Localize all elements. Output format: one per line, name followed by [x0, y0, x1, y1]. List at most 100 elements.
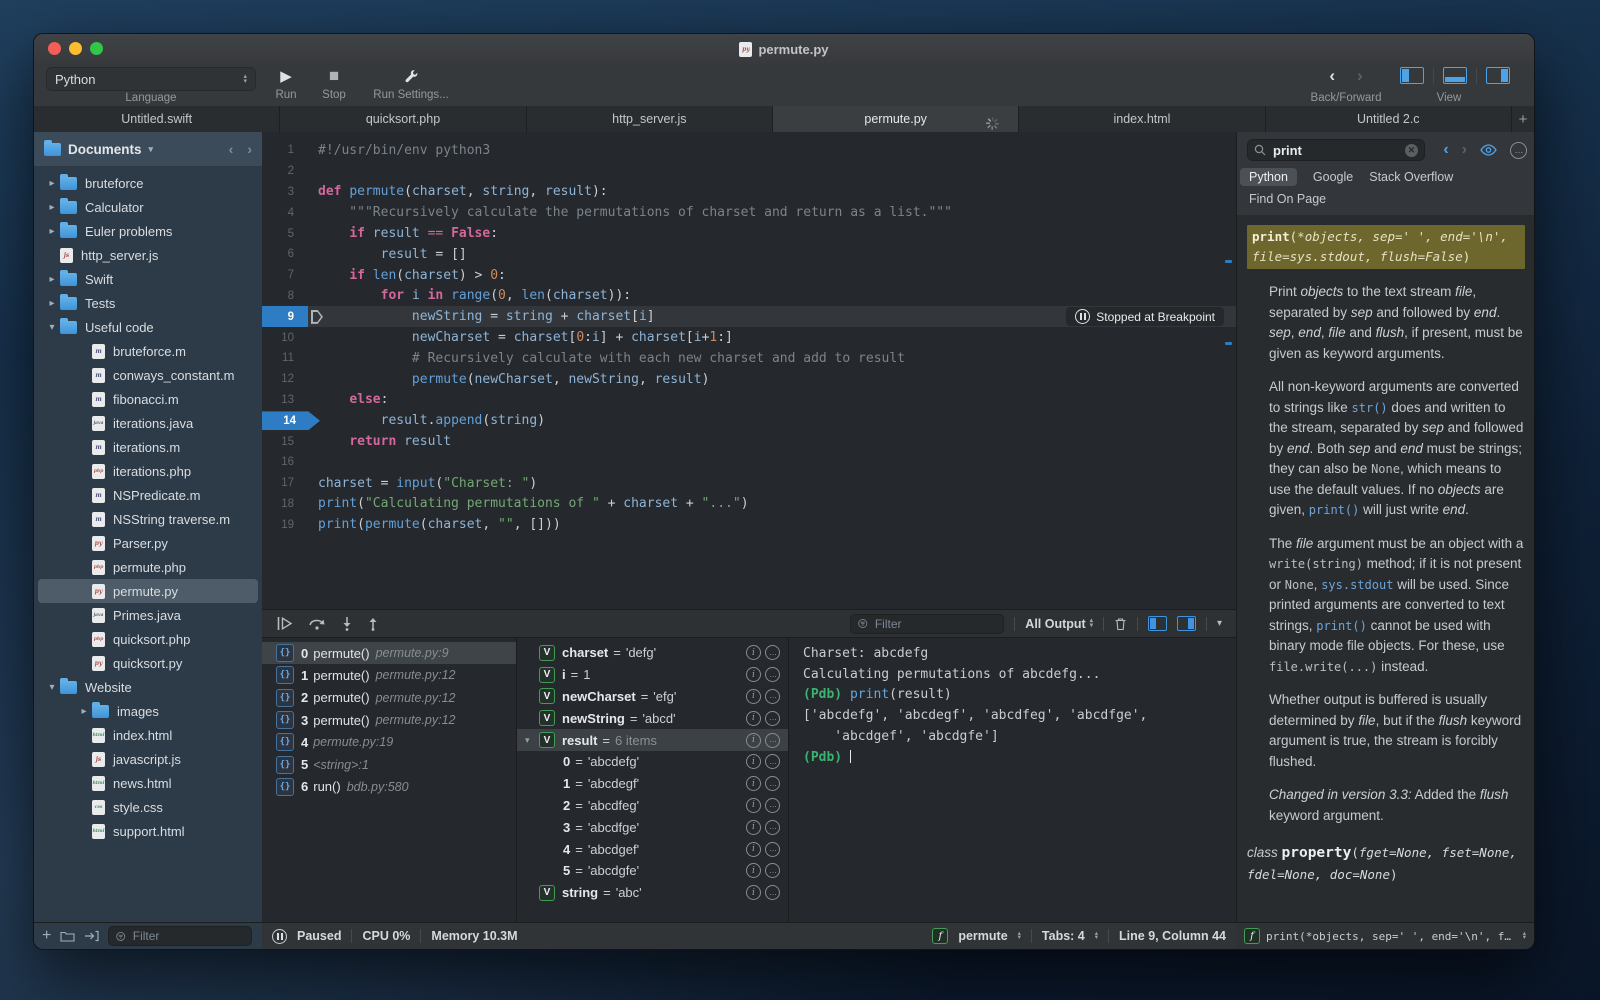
line-number[interactable]: 15	[262, 431, 308, 452]
new-folder-button[interactable]	[60, 930, 75, 942]
continue-button[interactable]	[276, 616, 294, 631]
step-out-button[interactable]	[367, 616, 379, 631]
docs-search-input[interactable]	[1271, 142, 1400, 159]
stack-frame-1[interactable]: {}1permute()permute.py:12	[262, 664, 516, 686]
line-number[interactable]: 18	[262, 494, 308, 515]
tree-file-quicksort.php[interactable]: phpquicksort.php	[38, 627, 258, 651]
disclosure-chevron-icon[interactable]: ▸	[44, 226, 60, 237]
tree-folder-bruteforce[interactable]: ▸bruteforce	[38, 171, 258, 195]
actions-icon[interactable]: …	[765, 667, 780, 682]
actions-icon[interactable]: …	[765, 798, 780, 813]
tab-http_server.js[interactable]: http_server.js	[527, 106, 773, 132]
code-line-2[interactable]: 2	[262, 161, 1236, 182]
line-number[interactable]: 6	[262, 244, 308, 265]
code-line-8[interactable]: 8 for i in range(0, len(charset)):	[262, 286, 1236, 307]
more-options-icon[interactable]: …	[1510, 142, 1527, 159]
docs-tab-Google[interactable]: Google	[1313, 170, 1353, 184]
code-line-18[interactable]: 18print("Calculating permutations of " +…	[262, 494, 1236, 515]
variable-row-result[interactable]: ▾Vresult=6 itemsi…	[517, 729, 788, 751]
disclosure-chevron-icon[interactable]: ▾	[44, 322, 60, 333]
minimize-button[interactable]	[69, 42, 82, 55]
tab-quicksort.php[interactable]: quicksort.php	[280, 106, 526, 132]
tree-file-http_server.js[interactable]: jshttp_server.js	[38, 243, 258, 267]
code-line-13[interactable]: 13 else:	[262, 390, 1236, 411]
code-line-5[interactable]: 5 if result == False:	[262, 223, 1236, 244]
tree-file-NSPredicate.m[interactable]: mNSPredicate.m	[38, 483, 258, 507]
tree-file-support.html[interactable]: htmlsupport.html	[38, 819, 258, 843]
stack-frame-3[interactable]: {}3permute()permute.py:12	[262, 709, 516, 731]
output-select[interactable]: All Output ▴▾	[1025, 617, 1093, 631]
new-tab-button[interactable]: +	[1512, 106, 1534, 132]
step-into-button[interactable]	[341, 616, 353, 631]
status-function-select[interactable]: permute	[958, 929, 1007, 943]
tree-folder-Swift[interactable]: ▸Swift	[38, 267, 258, 291]
tab-Untitled 2.c[interactable]: Untitled 2.c	[1266, 106, 1512, 132]
tree-folder-images[interactable]: ▸images	[38, 699, 258, 723]
tree-file-bruteforce.m[interactable]: mbruteforce.m	[38, 339, 258, 363]
sidebar-filter-field[interactable]	[108, 926, 252, 946]
tree-file-Primes.java[interactable]: javaPrimes.java	[38, 603, 258, 627]
tree-file-iterations.m[interactable]: miterations.m	[38, 435, 258, 459]
code-line-14[interactable]: 1414 result.append(string)	[262, 410, 1236, 431]
export-button[interactable]	[84, 930, 99, 942]
info-icon[interactable]: i	[746, 711, 761, 726]
tree-file-iterations.java[interactable]: javaiterations.java	[38, 411, 258, 435]
stack-frame-0[interactable]: {}0permute()permute.py:9	[262, 642, 516, 664]
info-icon[interactable]: i	[746, 842, 761, 857]
sidebar-header[interactable]: Documents ▾ ‹ ›	[34, 132, 262, 166]
code-editor[interactable]: 1#!/usr/bin/env python323def permute(cha…	[262, 132, 1236, 609]
tree-file-news.html[interactable]: htmlnews.html	[38, 771, 258, 795]
code-line-19[interactable]: 19print(permute(charset, "", []))	[262, 514, 1236, 535]
docs-tab-Python[interactable]: Python	[1240, 168, 1297, 186]
actions-icon[interactable]: …	[765, 885, 780, 900]
tree-file-index.html[interactable]: htmlindex.html	[38, 723, 258, 747]
code-line-16[interactable]: 16	[262, 452, 1236, 473]
stack-frame-4[interactable]: {}4permute.py:19	[262, 731, 516, 753]
tree-file-conways_constant.m[interactable]: mconways_constant.m	[38, 363, 258, 387]
tab-find-on-page[interactable]: Find On Page	[1249, 192, 1326, 206]
line-number[interactable]: 2	[262, 161, 308, 182]
line-number[interactable]: 19	[262, 514, 308, 535]
info-icon[interactable]: i	[746, 754, 761, 769]
tab-index.html[interactable]: index.html	[1019, 106, 1265, 132]
tree-file-Parser.py[interactable]: pyParser.py	[38, 531, 258, 555]
variable-row-string[interactable]: Vstring='abc'i…	[517, 882, 788, 904]
actions-icon[interactable]: …	[765, 776, 780, 791]
clear-console-button[interactable]	[1114, 617, 1127, 631]
variable-row-newCharset[interactable]: VnewCharset='efg'i…	[517, 686, 788, 708]
info-icon[interactable]: i	[746, 885, 761, 900]
toggle-stack-panel-icon[interactable]	[1148, 616, 1167, 631]
code-line-4[interactable]: 4 """Recursively calculate the permutati…	[262, 202, 1236, 223]
variable-row-5[interactable]: 5='abcdgfe'i…	[517, 860, 788, 882]
sidebar-back-icon[interactable]: ‹	[229, 141, 234, 157]
tree-file-quicksort.py[interactable]: pyquicksort.py	[38, 651, 258, 675]
line-number[interactable]: 7	[262, 265, 308, 286]
variable-row-i[interactable]: Vi=1i…	[517, 664, 788, 686]
code-line-11[interactable]: 11 # Recursively calculate with each new…	[262, 348, 1236, 369]
console-panel[interactable]: Charset: abcdefgCalculating permutations…	[789, 638, 1236, 923]
info-icon[interactable]: i	[746, 820, 761, 835]
tree-file-fibonacci.m[interactable]: mfibonacci.m	[38, 387, 258, 411]
info-icon[interactable]: i	[746, 645, 761, 660]
disclosure-chevron-icon[interactable]: ▸	[44, 298, 60, 309]
actions-icon[interactable]: …	[765, 863, 780, 878]
back-button[interactable]: ‹	[1329, 66, 1335, 86]
tree-file-javascript.js[interactable]: jsjavascript.js	[38, 747, 258, 771]
variable-row-charset[interactable]: Vcharset='defg'i…	[517, 642, 788, 664]
line-number[interactable]: 5	[262, 223, 308, 244]
language-select[interactable]: Python ▴▾	[46, 67, 256, 91]
tree-file-style.css[interactable]: cssstyle.css	[38, 795, 258, 819]
actions-icon[interactable]: …	[765, 645, 780, 660]
info-icon[interactable]: i	[746, 689, 761, 704]
add-file-button[interactable]: +	[42, 927, 51, 945]
status-tabs-select[interactable]: Tabs: 4	[1042, 929, 1085, 943]
docs-forward-button[interactable]: ›	[1462, 141, 1467, 159]
variable-row-2[interactable]: 2='abcdfeg'i…	[517, 795, 788, 817]
toggle-variables-panel-icon[interactable]	[1177, 616, 1196, 631]
line-number[interactable]: 4	[262, 202, 308, 223]
code-line-1[interactable]: 1#!/usr/bin/env python3	[262, 140, 1236, 161]
code-line-15[interactable]: 15 return result	[262, 431, 1236, 452]
line-number[interactable]: 16	[262, 452, 308, 473]
sidebar-filter-input[interactable]	[131, 928, 245, 944]
variable-row-0[interactable]: 0='abcdefg'i…	[517, 751, 788, 773]
